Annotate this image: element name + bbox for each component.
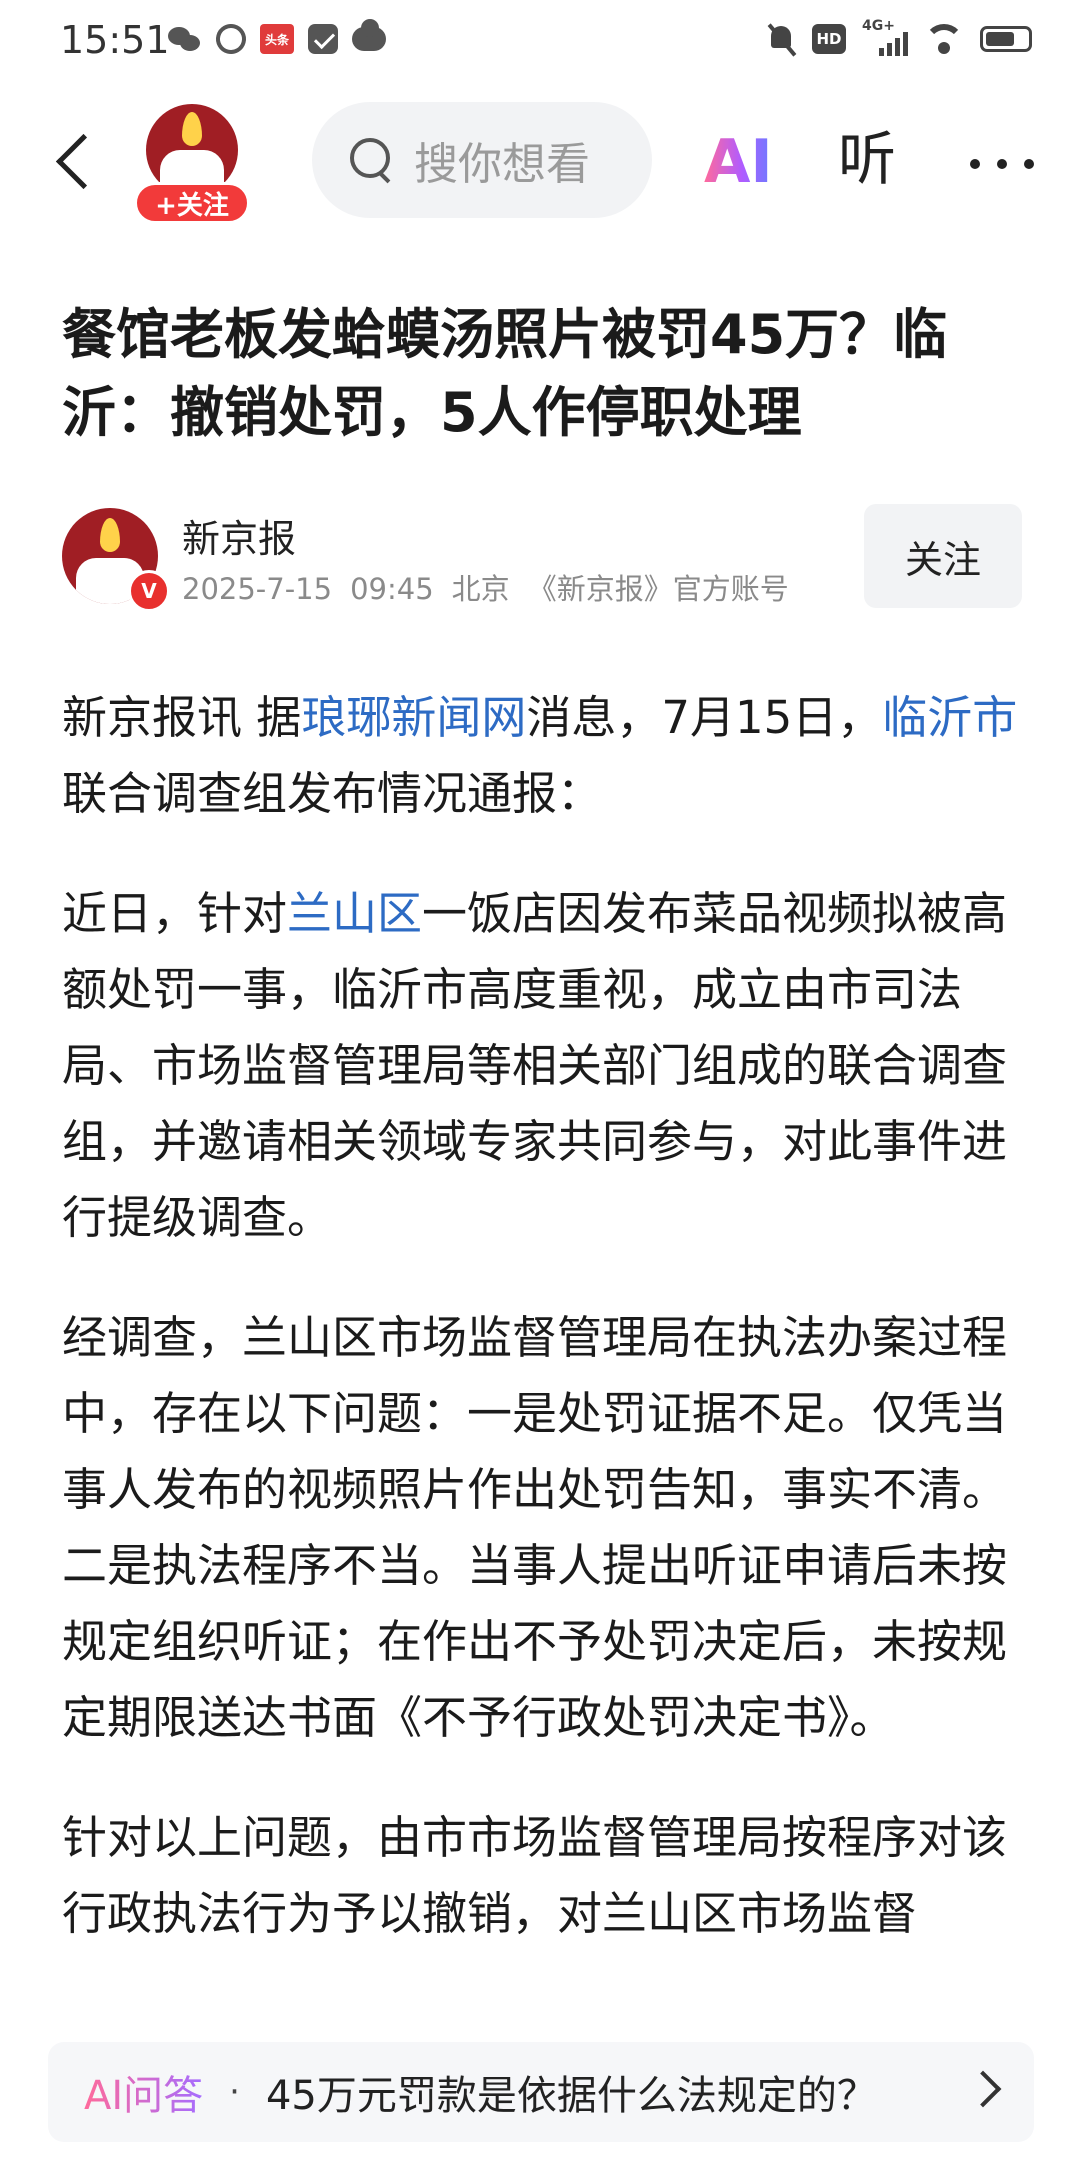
link-linyi-city[interactable]: 临沂市 [882,691,1017,744]
verified-icon: V [128,570,170,612]
hd-icon: HD [812,24,846,54]
follow-badge-button[interactable]: +关注 [134,182,250,224]
cellular-signal-icon: 4G+ [862,18,908,56]
ai-button[interactable]: AI [704,132,773,192]
author-avatar[interactable]: V [62,508,170,612]
app-orbit-icon [210,18,252,60]
article-body: 新京报讯 据琅琊新闻网消息，7月15日，临沂市联合调查组发布情况通报： 近日，针… [62,680,1026,1996]
notification-icons: 头条 [168,18,386,60]
author-row: V 新京报 2025-7-15 09:45 北京 《新京报》官方账号 关注 [62,504,1022,614]
search-input[interactable]: 搜你想看 [312,102,652,218]
top-nav-bar: +关注 搜你想看 AI 听 [0,86,1080,236]
search-icon [348,136,396,184]
more-menu-icon[interactable] [970,156,1034,172]
paragraph-1: 新京报讯 据琅琊新闻网消息，7月15日，临沂市联合调查组发布情况通报： [62,691,1018,820]
ai-ask-bar[interactable]: AI问答 · 45万元罚款是依据什么法规定的？ [48,2042,1034,2142]
publish-time: 09:45 [350,572,434,606]
publish-date: 2025-7-15 [182,572,333,606]
cloud-icon [352,19,386,51]
back-button[interactable] [48,130,98,190]
account-description: 《新京报》官方账号 [527,572,789,606]
wechat-icon [168,25,202,53]
search-placeholder: 搜你想看 [414,139,590,190]
chevron-right-icon[interactable] [964,2070,1002,2108]
publisher-avatar[interactable]: +关注 [134,104,250,224]
author-name[interactable]: 新京报 [182,508,296,563]
paragraph-4: 针对以上问题，由市市场监督管理局按程序对该行政执法行为予以撤销，对兰山区市场监督 [62,1811,1008,1940]
battery-icon [980,26,1032,52]
status-time: 15:51 [60,18,170,62]
follow-button[interactable]: 关注 [864,504,1022,608]
mute-icon [766,22,796,56]
listen-button[interactable]: 听 [838,130,896,188]
system-icons: HD 4G+ [766,18,1032,56]
paragraph-2: 近日，针对兰山区一饭店因发布菜品视频拟被高额处罚一事，临沂市高度重视，成立由市司… [62,887,1008,1244]
ai-ask-label: AI问答 [84,2063,203,2121]
content-fade [0,1990,1080,2042]
ai-ask-separator: · [229,2072,240,2112]
author-meta: 2025-7-15 09:45 北京 《新京报》官方账号 [182,566,807,608]
paragraph-3: 经调查，兰山区市场监督管理局在执法办案过程中，存在以下问题：一是处罚证据不足。仅… [62,1311,1008,1744]
ai-ask-question[interactable]: 45万元罚款是依据什么法规定的？ [266,2063,877,2121]
publish-location: 北京 [451,572,510,606]
wifi-icon [924,24,964,54]
status-bar: 15:51 头条 HD 4G+ [0,0,1080,86]
toutiao-icon: 头条 [260,24,294,54]
article-title: 餐馆老板发蛤蟆汤照片被罚45万？临沂：撤销处罚，5人作停职处理 [62,303,948,444]
link-lanshan-district[interactable]: 兰山区 [287,887,422,940]
mailbox-icon [308,24,338,54]
link-langya-news[interactable]: 琅琊新闻网 [301,691,526,744]
